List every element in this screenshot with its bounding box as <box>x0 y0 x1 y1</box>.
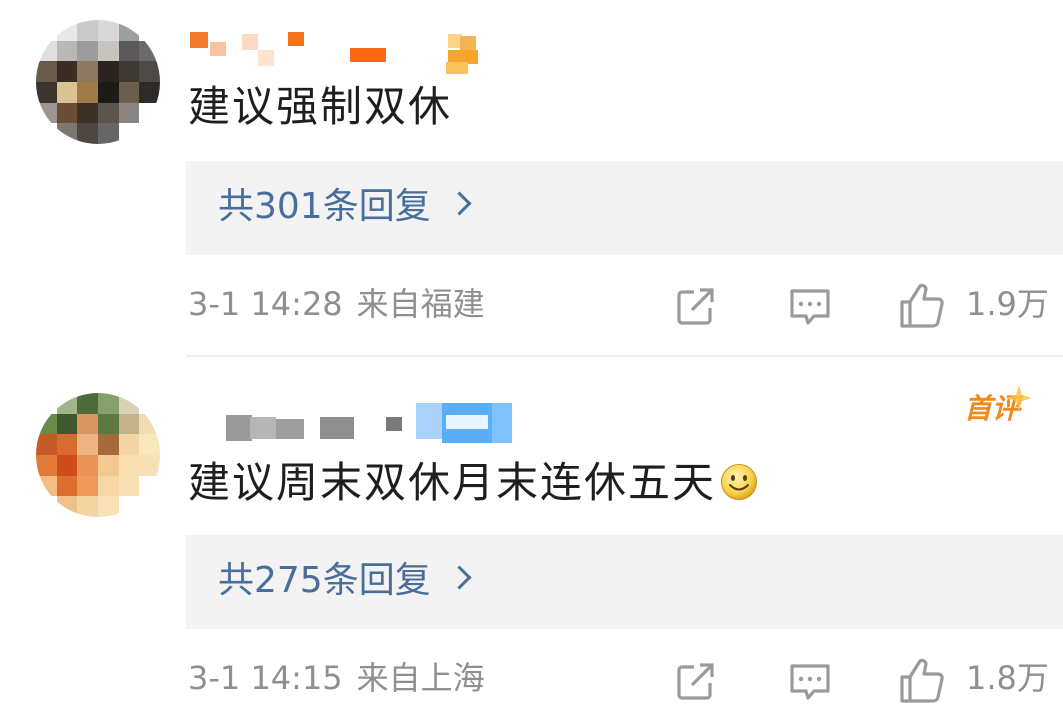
avatar-pixelated-image <box>36 20 160 144</box>
replies-label-text: 共275条回复 <box>218 560 431 601</box>
view-replies-button[interactable]: 共301条回复 <box>186 161 1063 255</box>
username-blurred[interactable] <box>190 399 520 449</box>
replies-label-text: 共301条回复 <box>218 186 431 227</box>
comment-date: 3-1 14:15 <box>188 659 343 697</box>
replies-count-label: 共301条回复 <box>218 186 472 227</box>
sparkle-icon <box>1006 385 1032 411</box>
view-replies-button[interactable]: 共275条回复 <box>186 535 1063 629</box>
comment-icon <box>790 289 830 325</box>
comment-button[interactable] <box>786 282 834 330</box>
comment-text-wrap: 建议周末双休月末连休五天 <box>188 462 758 504</box>
avatar[interactable] <box>36 20 160 144</box>
share-icon <box>677 288 714 325</box>
like-count: 1.8万 <box>966 659 1049 697</box>
comment-text: 建议周末双休月末连休五天 <box>188 458 717 507</box>
share-icon <box>677 663 714 700</box>
share-button[interactable] <box>672 657 720 705</box>
like-button[interactable] <box>898 657 946 705</box>
comment-icon <box>790 664 830 700</box>
thumbs-up-icon <box>900 658 944 703</box>
avatar[interactable] <box>36 393 160 517</box>
avatar-pixelated-image <box>36 393 160 517</box>
comment-item: 建议强制双休 共301条回复 3-1 14:28 来自福建 1.9万 <box>0 0 1063 357</box>
comment-text: 建议强制双休 <box>188 82 453 131</box>
comment-feed: 建议强制双休 共301条回复 3-1 14:28 来自福建 1.9万 首评 建议… <box>0 0 1063 724</box>
first-comment-badge: 首评 <box>962 385 1032 435</box>
replies-count-label: 共275条回复 <box>218 560 472 601</box>
comment-meta: 3-1 14:28 来自福建 <box>188 288 485 320</box>
comment-meta: 3-1 14:15 来自上海 <box>188 662 485 694</box>
smile-emoji-icon <box>721 464 758 500</box>
share-button[interactable] <box>672 282 720 330</box>
like-count: 1.9万 <box>966 285 1049 323</box>
comment-location: 来自上海 <box>356 659 485 697</box>
comment-location: 来自福建 <box>356 285 485 323</box>
username-blurred[interactable] <box>190 28 490 78</box>
comment-button[interactable] <box>786 657 834 705</box>
like-button[interactable] <box>898 282 946 330</box>
comment-item: 首评 建议周末双休月末连休五天 共275条回复 3-1 14:15 来自上海 1… <box>0 357 1063 724</box>
thumbs-up-icon <box>900 283 944 328</box>
chevron-right-icon <box>447 565 472 590</box>
comment-date: 3-1 14:28 <box>188 285 343 323</box>
chevron-right-icon <box>447 191 472 216</box>
